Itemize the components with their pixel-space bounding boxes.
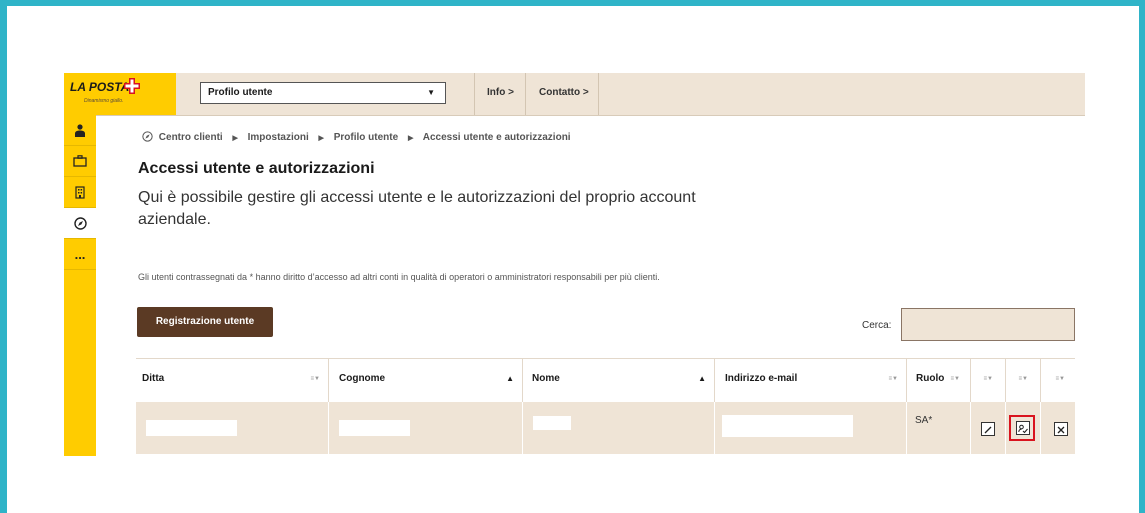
- sort-ascending-icon: ▲: [506, 374, 514, 383]
- sidebar-item-more[interactable]: ...: [64, 239, 96, 270]
- users-table: Ditta ≡▼ Cognome ▲ Nome ▲ Indirizzo e-ma…: [136, 358, 1075, 454]
- column-header-email[interactable]: Indirizzo e-mail ≡▼: [714, 359, 906, 403]
- cell-ruolo: SA*: [906, 402, 970, 454]
- nav-info[interactable]: Info >: [474, 73, 525, 115]
- person-icon: [75, 123, 85, 137]
- redacted-text: [339, 420, 410, 436]
- sidebar-item-customer-center[interactable]: [64, 208, 96, 239]
- sort-icon: ≡▼: [983, 376, 993, 382]
- table-row[interactable]: SA*: [136, 402, 1075, 454]
- redacted-text: [146, 420, 237, 436]
- delete-icon[interactable]: [1054, 422, 1068, 436]
- search-label: Cerca:: [862, 320, 892, 331]
- more-icon: ...: [74, 246, 86, 262]
- logo-tagline: Dinamismo giallo.: [84, 98, 124, 104]
- briefcase-icon: [73, 155, 87, 167]
- cell-ditta: [136, 402, 328, 454]
- nav-contatto-label: Contatto >: [539, 87, 589, 98]
- sidebar-item-user[interactable]: [64, 115, 96, 146]
- column-header-delete[interactable]: ≡▼: [1040, 359, 1075, 403]
- column-header-label: Ditta: [142, 373, 165, 384]
- permissions-highlight-box: [1009, 415, 1035, 441]
- top-bar: LA POSTA Dinamismo giallo. Profilo utent…: [64, 73, 1085, 116]
- building-icon: [75, 185, 85, 199]
- column-header-cognome[interactable]: Cognome ▲: [328, 359, 522, 403]
- nav-info-label: Info >: [487, 87, 514, 98]
- swiss-cross-icon: [124, 78, 140, 94]
- dropdown-arrow-icon: ▼: [427, 88, 435, 97]
- column-header-edit[interactable]: ≡▼: [970, 359, 1005, 403]
- breadcrumb-item-impostazioni[interactable]: Impostazioni: [248, 132, 309, 143]
- sort-icon: ≡▼: [1055, 376, 1065, 382]
- profile-select[interactable]: Profilo utente ▼: [200, 82, 446, 104]
- sort-icon: ≡▼: [1018, 376, 1028, 382]
- breadcrumb-separator-icon: ▶: [407, 135, 414, 142]
- compass-icon: [73, 216, 87, 230]
- la-posta-logo[interactable]: LA POSTA Dinamismo giallo.: [64, 73, 176, 115]
- column-header-nome[interactable]: Nome ▲: [522, 359, 714, 403]
- search-input[interactable]: [901, 308, 1075, 341]
- breadcrumb-separator-icon: ▶: [232, 135, 238, 142]
- cell-cognome: [328, 402, 522, 454]
- breadcrumb-item-current: Accessi utente e autorizzazioni: [422, 132, 571, 143]
- breadcrumb-separator-icon: ▶: [318, 135, 324, 142]
- compass-icon: [142, 131, 153, 142]
- sidebar: ...: [64, 115, 96, 456]
- column-header-permissions[interactable]: ≡▼: [1005, 359, 1040, 403]
- table-header: Ditta ≡▼ Cognome ▲ Nome ▲ Indirizzo e-ma…: [136, 358, 1075, 403]
- column-header-label: Ruolo: [916, 373, 945, 384]
- breadcrumb: Centro clienti ▶ Impostazioni ▶ Profilo …: [142, 131, 571, 143]
- sidebar-item-company[interactable]: [64, 177, 96, 208]
- nav-contatto[interactable]: Contatto >: [525, 73, 599, 115]
- cell-nome: [522, 402, 714, 454]
- logo-text: LA POSTA: [70, 80, 130, 94]
- profile-select-value: Profilo utente: [208, 87, 273, 98]
- register-user-button[interactable]: Registrazione utente: [137, 307, 273, 337]
- breadcrumb-item-profilo-utente[interactable]: Profilo utente: [334, 132, 398, 143]
- breadcrumb-item-centro-clienti[interactable]: Centro clienti: [159, 132, 223, 143]
- cell-edit: [970, 402, 1005, 454]
- column-header-label: Indirizzo e-mail: [725, 373, 798, 384]
- info-note: Gli utenti contrassegnati da * hanno dir…: [138, 272, 660, 282]
- role-value: SA*: [915, 415, 933, 426]
- redacted-text: [533, 416, 571, 430]
- page-title: Accessi utente e autorizzazioni: [138, 160, 375, 177]
- column-header-label: Nome: [532, 373, 560, 384]
- sidebar-item-business[interactable]: [64, 146, 96, 177]
- sort-ascending-icon: ▲: [698, 374, 706, 383]
- column-header-ruolo[interactable]: Ruolo ≡▼: [906, 359, 970, 403]
- redacted-text: [722, 415, 853, 437]
- cell-email: [714, 402, 906, 454]
- sort-icon: ≡▼: [310, 376, 320, 382]
- sort-icon: ≡▼: [888, 376, 898, 382]
- page-description: Qui è possibile gestire gli accessi uten…: [138, 189, 696, 228]
- sort-icon: ≡▼: [950, 376, 960, 382]
- cell-delete: [1040, 402, 1075, 454]
- column-header-ditta[interactable]: Ditta ≡▼: [136, 359, 328, 403]
- edit-icon[interactable]: [981, 422, 995, 436]
- column-header-label: Cognome: [339, 373, 386, 384]
